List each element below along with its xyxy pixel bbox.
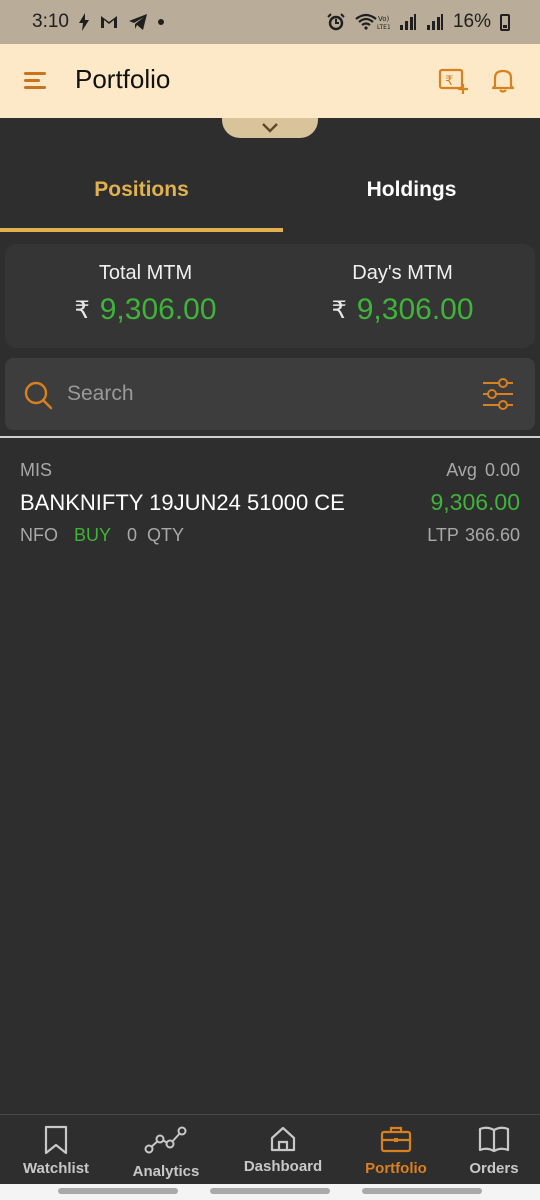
nav-label-watchlist: Watchlist: [22, 1160, 90, 1177]
home-pill[interactable]: [210, 1188, 330, 1194]
position-meta: NFO BUY 0 QTY: [20, 525, 184, 546]
nav-orders[interactable]: Orders: [440, 1115, 540, 1185]
gmail-icon: [99, 14, 119, 30]
status-bar: 3:10 Vo) LTE1 16%: [0, 0, 540, 44]
position-ltp: LTP 366.60: [427, 525, 520, 546]
add-funds-icon[interactable]: ₹: [438, 66, 470, 96]
search-icon: [24, 381, 53, 410]
svg-text:Vo): Vo): [378, 15, 390, 23]
collapse-handle[interactable]: [222, 118, 318, 138]
position-qty: 0: [127, 525, 138, 545]
svg-text:₹: ₹: [445, 74, 453, 89]
day-mtm-label: Day's MTM: [352, 262, 453, 284]
day-mtm-value-row: ₹ 9,306.00: [270, 293, 535, 327]
active-tab-indicator: [0, 228, 283, 232]
battery-icon: [500, 13, 510, 31]
wifi-icon: Vo) LTE1: [354, 12, 390, 32]
signal-icon-2: [426, 13, 444, 31]
nav-analytics[interactable]: Analytics: [112, 1115, 220, 1185]
nav-portfolio[interactable]: Portfolio: [342, 1115, 450, 1185]
total-mtm-label: Total MTM: [98, 262, 193, 284]
home-icon: [270, 1126, 296, 1152]
signal-icon: [399, 13, 417, 31]
ltp-label: LTP: [427, 525, 459, 545]
list-divider: [0, 436, 540, 438]
filter-icon[interactable]: [481, 378, 515, 410]
nav-label-dashboard: Dashboard: [243, 1158, 323, 1175]
tab-positions[interactable]: Positions: [0, 150, 283, 230]
svg-text:LTE1: LTE1: [377, 24, 390, 31]
day-mtm-value: 9,306.00: [356, 293, 474, 326]
bottom-nav: Watchlist Analytics Dashboard Portfolio …: [0, 1114, 540, 1184]
position-side: BUY: [74, 525, 112, 545]
position-symbol: BANKNIFTY 19JUN24 51000 CE: [20, 490, 345, 515]
menu-button[interactable]: [24, 70, 50, 92]
rupee-icon: ₹: [74, 296, 90, 324]
battery-percent: 16%: [452, 11, 491, 32]
chevron-down-icon: [262, 123, 278, 133]
total-mtm-value: 9,306.00: [99, 293, 217, 326]
nav-watchlist[interactable]: Watchlist: [2, 1115, 110, 1185]
nav-dashboard[interactable]: Dashboard: [229, 1115, 337, 1185]
bell-icon[interactable]: [490, 66, 522, 96]
avg-value: 0.00: [484, 460, 520, 480]
day-mtm: Day's MTM ₹ 9,306.00: [270, 262, 535, 327]
dot-icon: [157, 18, 165, 26]
alarm-icon: [327, 13, 345, 31]
page-title: Portfolio: [75, 64, 171, 94]
mtm-summary-card: Total MTM ₹ 9,306.00 Day's MTM ₹ 9,306.0…: [5, 244, 535, 348]
status-left: 3:10: [32, 11, 165, 33]
status-right: Vo) LTE1 16%: [327, 11, 510, 33]
system-gesture-bar: [0, 1184, 540, 1200]
portfolio-tabs: Positions Holdings: [0, 150, 540, 232]
telegram-icon: [128, 13, 148, 31]
book-icon: [478, 1126, 510, 1153]
nav-label-orders: Orders: [469, 1160, 519, 1177]
bolt-icon: [78, 13, 90, 31]
search-input[interactable]: [67, 372, 467, 416]
total-mtm: Total MTM ₹ 9,306.00: [13, 262, 278, 327]
position-product: MIS: [20, 460, 53, 480]
total-mtm-value-row: ₹ 9,306.00: [13, 293, 278, 327]
rupee-icon: ₹: [331, 296, 347, 324]
ltp-value: 366.60: [464, 525, 520, 545]
recents-pill[interactable]: [58, 1188, 178, 1194]
nav-label-portfolio: Portfolio: [365, 1160, 427, 1177]
tab-holdings[interactable]: Holdings: [283, 150, 540, 230]
back-pill[interactable]: [362, 1188, 482, 1194]
analytics-icon: [144, 1126, 187, 1154]
briefcase-icon: [380, 1126, 412, 1153]
app-header: Portfolio ₹: [0, 44, 540, 118]
position-row[interactable]: MIS Avg 0.00 BANKNIFTY 19JUN24 51000 CE 9…: [0, 448, 540, 558]
status-time: 3:10: [32, 11, 69, 32]
position-avg: Avg 0.00: [446, 460, 520, 481]
position-qty-label: QTY: [147, 525, 185, 545]
position-pnl: 9,306.00: [430, 489, 520, 515]
position-exchange: NFO: [20, 525, 58, 545]
avg-label: Avg: [446, 460, 477, 480]
search-bar: [5, 358, 535, 430]
nav-label-analytics: Analytics: [132, 1163, 200, 1180]
bookmark-icon: [44, 1125, 68, 1155]
